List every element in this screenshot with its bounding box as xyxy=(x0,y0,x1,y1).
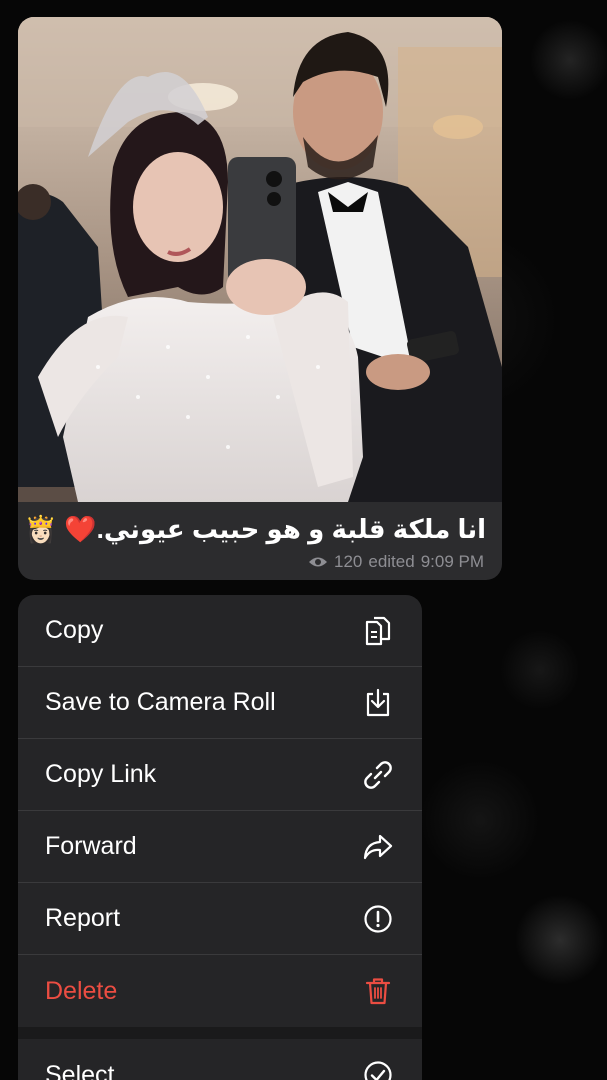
wedding-photo-illustration xyxy=(18,17,502,502)
menu-item-delete[interactable]: Delete xyxy=(18,955,422,1027)
trash-icon xyxy=(362,975,394,1007)
menu-item-label: Copy xyxy=(45,616,104,644)
menu-item-copy-link[interactable]: Copy Link xyxy=(18,739,422,811)
forward-arrow-icon xyxy=(362,831,394,863)
message-caption: انا ملكة قلبة و هو حبيب عيوني.❤️ 👸🏻 xyxy=(24,514,486,544)
checkmark-circle-icon xyxy=(362,1059,394,1080)
link-icon xyxy=(362,759,394,791)
message-photo[interactable] xyxy=(18,17,502,502)
menu-item-label: Save to Camera Roll xyxy=(45,688,276,716)
menu-item-label: Forward xyxy=(45,832,137,860)
copy-icon xyxy=(362,615,394,647)
view-count: 120 xyxy=(333,552,363,571)
menu-item-report[interactable]: Report xyxy=(18,883,422,955)
message-bubble[interactable]: انا ملكة قلبة و هو حبيب عيوني.❤️ 👸🏻 120 … xyxy=(18,17,502,580)
menu-item-label: Delete xyxy=(45,976,118,1005)
edited-label: edited xyxy=(368,552,415,571)
menu-item-copy[interactable]: Copy xyxy=(18,595,422,667)
menu-item-label: Select xyxy=(45,1060,115,1080)
menu-item-save-to-camera-roll[interactable]: Save to Camera Roll xyxy=(18,667,422,739)
menu-separator xyxy=(18,1027,422,1039)
save-download-icon xyxy=(362,687,394,719)
message-meta: 120 edited 9:09 PM xyxy=(308,552,484,572)
views-eye-icon xyxy=(308,557,327,567)
context-menu: Copy Save to Camera Roll Copy Link Forwa… xyxy=(18,595,422,1080)
message-time: 9:09 PM xyxy=(420,552,484,571)
menu-item-select[interactable]: Select xyxy=(18,1039,422,1080)
menu-item-label: Copy Link xyxy=(45,760,157,788)
menu-item-label: Report xyxy=(45,904,121,932)
screen: انا ملكة قلبة و هو حبيب عيوني.❤️ 👸🏻 120 … xyxy=(0,0,607,1080)
report-exclamation-icon xyxy=(362,903,394,935)
menu-item-forward[interactable]: Forward xyxy=(18,811,422,883)
